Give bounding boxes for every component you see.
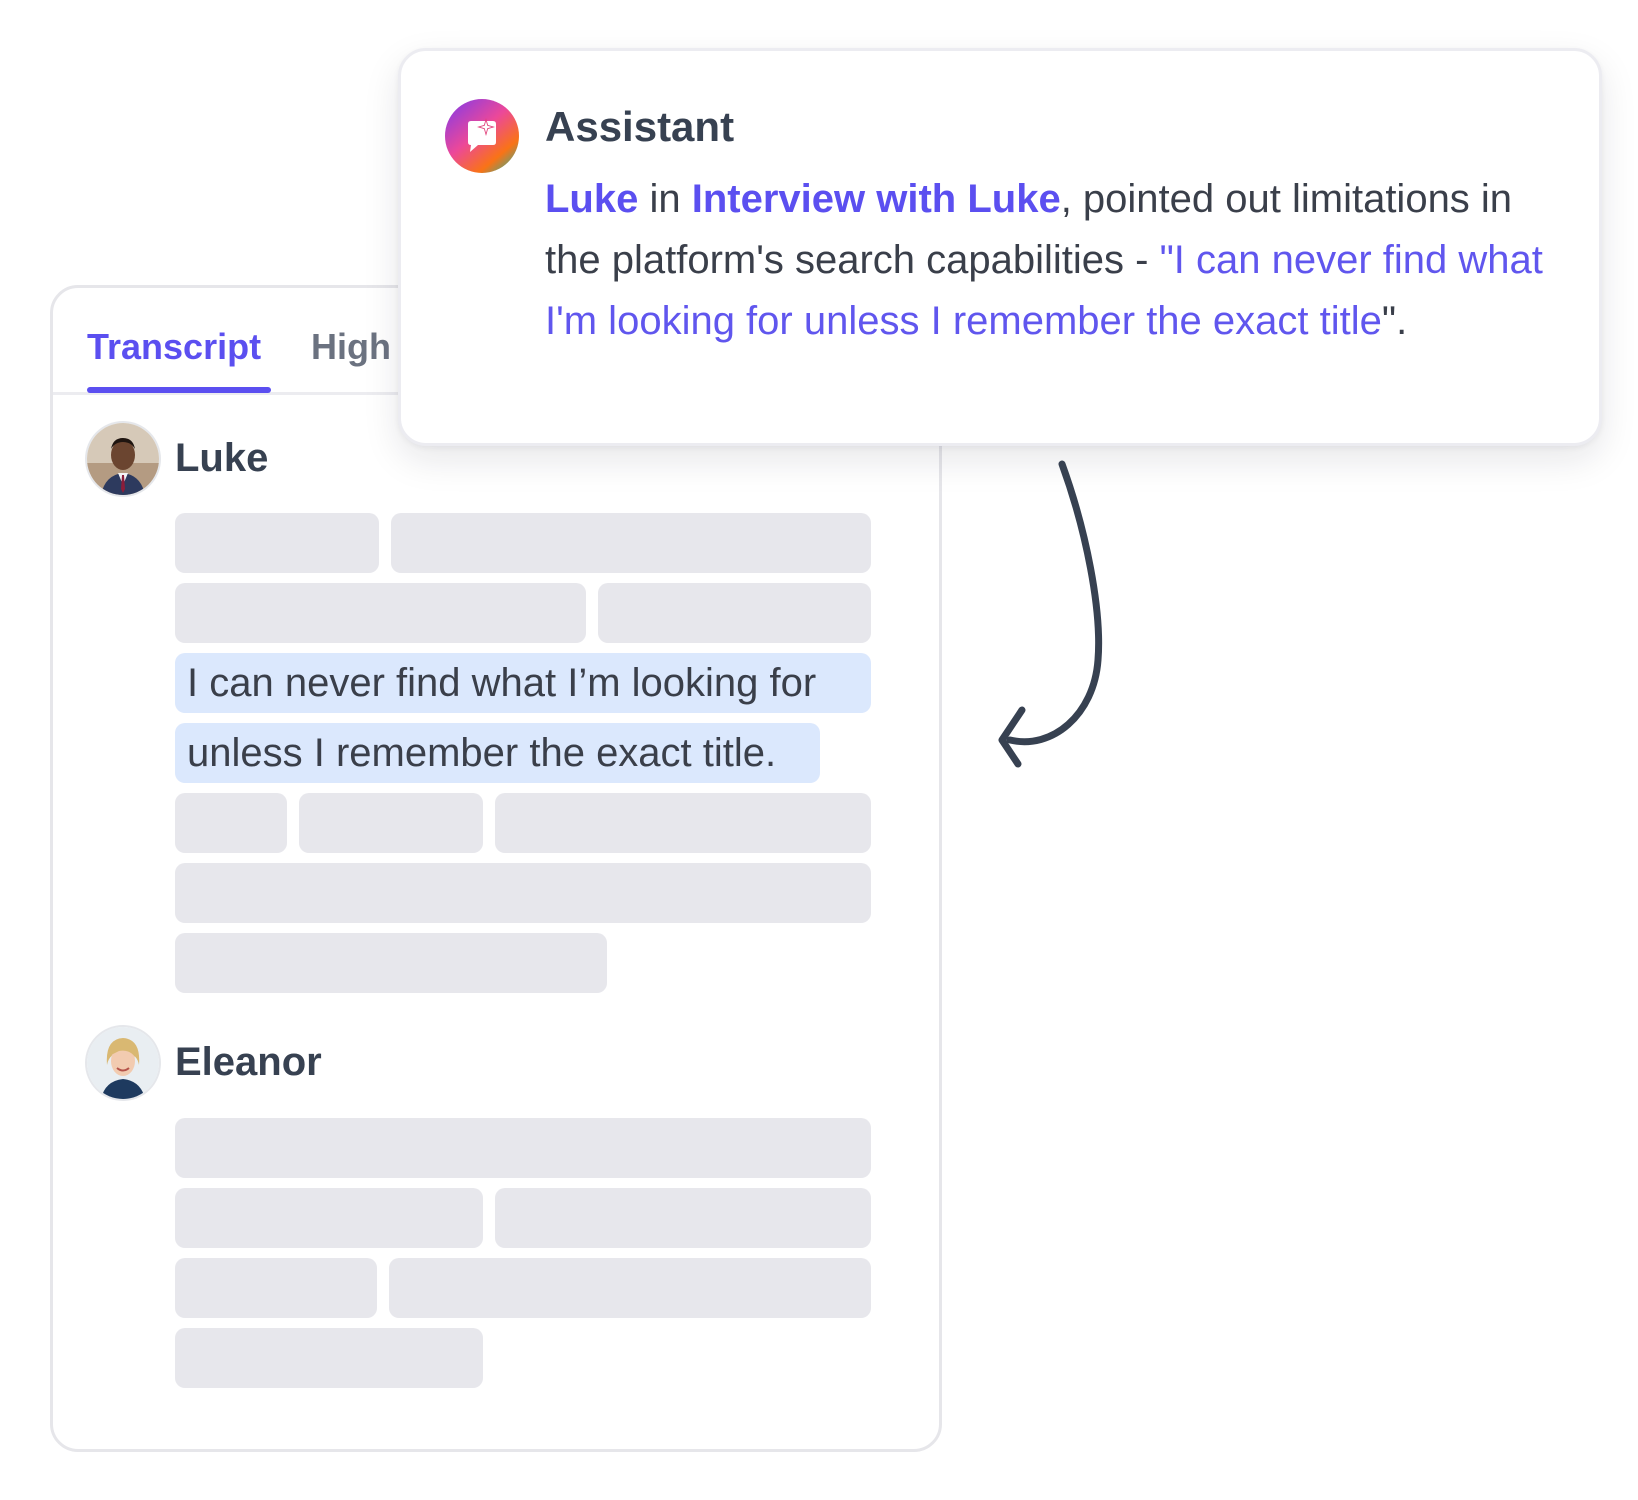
- avatar-eleanor: [87, 1027, 159, 1099]
- speaker-name-luke: Luke: [175, 436, 269, 480]
- text-placeholder: [175, 1118, 871, 1178]
- text-placeholder: [391, 513, 871, 573]
- active-tab-indicator: [87, 387, 271, 393]
- message-text: in: [638, 177, 692, 221]
- tab-highlights[interactable]: High: [311, 326, 391, 368]
- highlighted-quote-line[interactable]: unless I remember the exact title.: [175, 723, 820, 783]
- text-placeholder: [175, 863, 871, 923]
- text-placeholder: [175, 1258, 377, 1318]
- text-placeholder: [175, 513, 379, 573]
- text-placeholder: [175, 933, 607, 993]
- text-placeholder: [175, 1328, 483, 1388]
- person-avatar-icon: [87, 423, 159, 495]
- text-placeholder: [495, 1188, 871, 1248]
- interview-link[interactable]: Interview with Luke: [692, 177, 1061, 221]
- text-placeholder: [598, 583, 871, 643]
- assistant-name: Assistant: [545, 103, 735, 150]
- assistant-card: Assistant Luke in Interview with Luke, p…: [398, 48, 1602, 446]
- quote-open: ": [1159, 238, 1174, 282]
- speaker-name-eleanor: Eleanor: [175, 1040, 322, 1084]
- highlighted-quote-line[interactable]: I can never find what I’m looking for: [175, 653, 871, 713]
- transcript-panel: Transcript High Luke I can never find wh…: [50, 285, 942, 1452]
- tab-transcript[interactable]: Transcript: [87, 326, 261, 368]
- speaker-link[interactable]: Luke: [545, 177, 638, 221]
- avatar-luke: [87, 423, 159, 495]
- text-placeholder: [175, 1188, 483, 1248]
- assistant-message: Luke in Interview with Luke, pointed out…: [545, 169, 1565, 352]
- quote-close: ".: [1381, 299, 1408, 343]
- person-avatar-icon: [87, 1027, 159, 1099]
- text-placeholder: [495, 793, 871, 853]
- text-placeholder: [175, 793, 287, 853]
- text-placeholder: [299, 793, 483, 853]
- text-placeholder: [175, 583, 586, 643]
- assistant-sparkle-chat-icon: [445, 99, 519, 173]
- text-placeholder: [389, 1258, 871, 1318]
- curved-arrow-icon: [998, 460, 1103, 768]
